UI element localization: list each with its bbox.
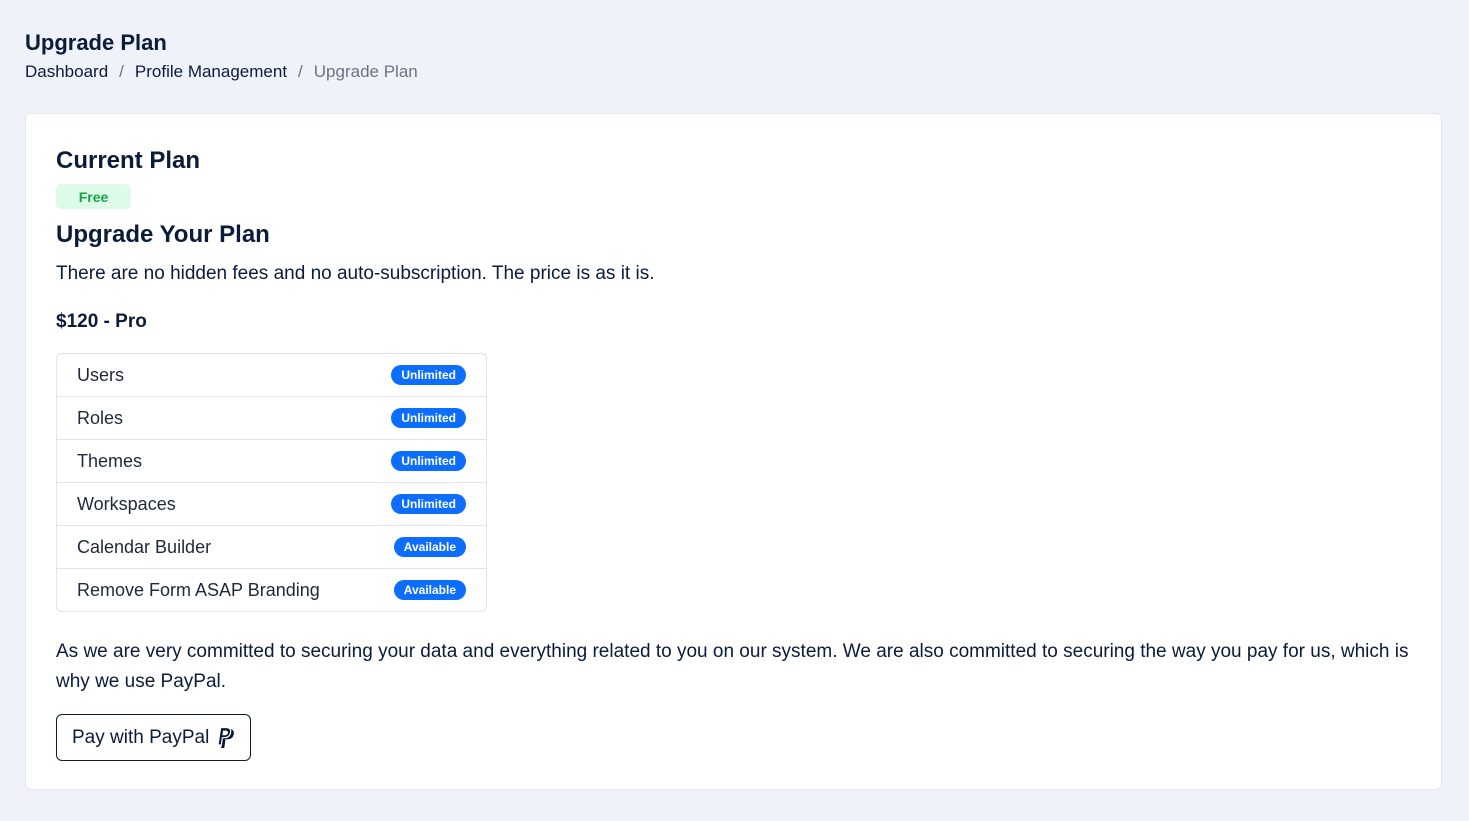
feature-row-themes: Themes Unlimited bbox=[57, 440, 486, 483]
feature-name: Themes bbox=[77, 450, 143, 471]
feature-row-calendar-builder: Calendar Builder Available bbox=[57, 526, 486, 569]
security-note: As we are very committed to securing you… bbox=[56, 641, 1409, 692]
page-header: Upgrade Plan Dashboard / Profile Managem… bbox=[25, 30, 418, 83]
feature-name: Roles bbox=[77, 407, 124, 428]
feature-badge: Unlimited bbox=[391, 494, 466, 514]
pay-button-label: Pay with PayPal bbox=[72, 726, 210, 748]
breadcrumb-separator: / bbox=[298, 62, 303, 81]
current-plan-heading: Current Plan bbox=[56, 147, 201, 174]
breadcrumb-item-current: Upgrade Plan bbox=[313, 62, 418, 81]
feature-name: Workspaces bbox=[77, 493, 176, 514]
feature-name: Remove Form ASAP Branding bbox=[77, 579, 320, 600]
upgrade-description: There are no hidden fees and no auto-sub… bbox=[56, 263, 655, 284]
current-plan-badge: Free bbox=[56, 184, 131, 209]
feature-badge: Unlimited bbox=[391, 451, 466, 471]
feature-row-workspaces: Workspaces Unlimited bbox=[57, 483, 486, 526]
feature-name: Users bbox=[77, 364, 125, 385]
feature-row-remove-branding: Remove Form ASAP Branding Available bbox=[57, 569, 486, 611]
pay-with-paypal-button[interactable]: Pay with PayPal bbox=[56, 714, 252, 761]
page-title: Upgrade Plan bbox=[25, 30, 167, 55]
breadcrumb-item-dashboard[interactable]: Dashboard bbox=[25, 61, 108, 83]
feature-name: Calendar Builder bbox=[77, 536, 212, 557]
feature-badge: Unlimited bbox=[391, 408, 466, 428]
breadcrumb-separator: / bbox=[119, 62, 124, 81]
feature-row-roles: Roles Unlimited bbox=[57, 397, 486, 440]
paypal-icon bbox=[217, 726, 235, 749]
feature-row-users: Users Unlimited bbox=[57, 354, 486, 397]
plan-price: $120 - Pro bbox=[56, 311, 147, 332]
upgrade-plan-card: Current Plan Free Upgrade Your Plan Ther… bbox=[25, 113, 1442, 790]
feature-badge: Unlimited bbox=[391, 365, 466, 385]
feature-list: Users Unlimited Roles Unlimited Themes U… bbox=[56, 353, 487, 612]
feature-badge: Available bbox=[393, 580, 466, 600]
breadcrumb: Dashboard / Profile Management / Upgrade… bbox=[25, 61, 418, 83]
breadcrumb-item-profile-management[interactable]: Profile Management bbox=[135, 61, 287, 83]
upgrade-plan-heading: Upgrade Your Plan bbox=[56, 221, 270, 248]
feature-badge: Available bbox=[393, 537, 466, 557]
